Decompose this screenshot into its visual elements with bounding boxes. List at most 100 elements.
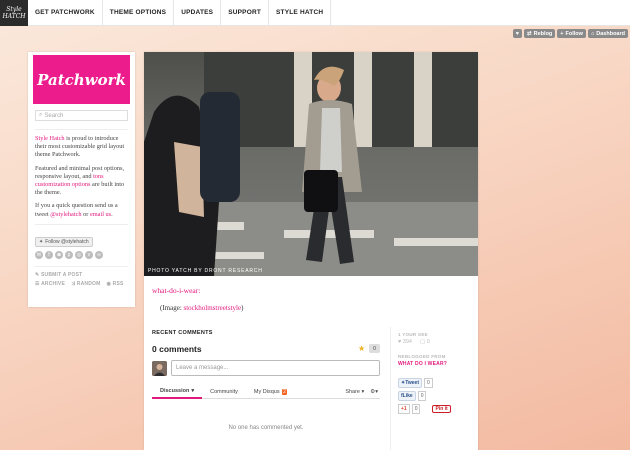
twitter-icon: ✦	[39, 238, 44, 245]
share-menu[interactable]: Share ▾	[345, 389, 364, 395]
submit-post-link[interactable]: ✎ SUBMIT A POST	[35, 272, 82, 278]
post-meta: 1 YOUR SEE ♥ 394 ▢ 0 REBLOGGED FROM WHAT…	[398, 332, 473, 417]
twitter-handle-link[interactable]: @stylehatch	[50, 211, 81, 218]
nav-support[interactable]: SUPPORT	[221, 0, 270, 25]
search-icon: ⌕	[39, 112, 43, 118]
top-nav: Style HATCH GET PATCHWORK THEME OPTIONS …	[0, 0, 630, 26]
like-button[interactable]: ♥	[512, 29, 523, 38]
notes-count[interactable]: ▢ 0	[420, 339, 430, 345]
search-input[interactable]: ⌕ Search	[35, 110, 128, 121]
gear-icon[interactable]: ⚙▾	[370, 389, 378, 395]
recent-comments-heading: RECENT COMMENTS	[152, 330, 213, 336]
instagram-icon[interactable]: ◙	[55, 250, 63, 259]
link-icon[interactable]: ∞	[95, 250, 103, 259]
reblogged-from-link[interactable]: WHAT DO I WEAR?	[398, 361, 473, 367]
submit-label: SUBMIT A POST	[40, 271, 83, 278]
random-label: RANDOM	[76, 280, 101, 287]
photo-credit: PHOTO YATCH BY DRONT RESEARCH	[148, 268, 263, 274]
facebook-icon[interactable]: f	[45, 250, 53, 259]
divider	[35, 265, 128, 267]
vote-count: 0	[369, 344, 380, 353]
reblogged-from-label: REBLOGGED FROM	[398, 354, 446, 359]
random-link[interactable]: ⤨ RANDOM	[71, 281, 101, 287]
email-icon[interactable]: ✉	[35, 250, 43, 259]
like-row: fLike 0	[398, 391, 473, 401]
comments-count: 0 comments	[152, 344, 202, 354]
archive-links-row: ☰ ARCHIVE ⤨ RANDOM ◉ RSS	[35, 281, 128, 287]
caption-prefix: (Image:	[160, 304, 184, 312]
dashboard-label: Dashboard	[596, 30, 625, 37]
google-plus-button[interactable]: +1	[398, 404, 410, 414]
style-hatch-logo[interactable]: Style HATCH	[0, 0, 28, 26]
nav-style-hatch[interactable]: STYLE HATCH	[269, 0, 332, 25]
gplus-pin-row: +1 0 Pin it	[398, 404, 473, 414]
tweet-row: ✦Tweet 0	[398, 378, 473, 388]
image-source-link[interactable]: stockholmstreetstyle	[184, 304, 242, 312]
post-photo[interactable]: PHOTO YATCH BY DRONT RESEARCH	[144, 52, 478, 276]
nav-get-patchwork[interactable]: GET PATCHWORK	[28, 0, 103, 25]
brand-line-1: Style	[6, 6, 22, 13]
archive-link[interactable]: ☰ ARCHIVE	[35, 281, 65, 287]
nav-updates[interactable]: UPDATES	[174, 0, 222, 25]
post-card: PHOTO YATCH BY DRONT RESEARCH what-do-i-…	[144, 52, 478, 450]
home-icon: ⌂	[590, 30, 595, 37]
contact-text-b: or	[81, 210, 90, 218]
tweet-label: Tweet	[405, 380, 420, 386]
sidebar: Patchwork ⌕ Search Style Hatch is proud …	[28, 52, 135, 307]
comment-input[interactable]: Leave a message...	[171, 360, 380, 376]
star-icon[interactable]: ★	[358, 344, 365, 353]
notes-label: 1 YOUR SEE	[398, 332, 428, 337]
tab-community[interactable]: Community	[202, 385, 246, 399]
style-hatch-link[interactable]: Style Hatch	[35, 135, 65, 142]
share-label: Share	[345, 388, 360, 395]
post-source-link[interactable]: what-do-i-wear:	[152, 286, 200, 295]
features-text-a: Featured and minimal post options, respo…	[35, 164, 125, 180]
tab-discussion-label: Discussion	[160, 387, 190, 394]
comment-tabs: Discussion ▾ Community My Disqus 2 Share ▾…	[152, 385, 380, 399]
rss-link[interactable]: ◉ RSS	[107, 281, 124, 287]
tab-my-disqus[interactable]: My Disqus 2	[246, 385, 295, 399]
reblog-label: Reblog	[533, 30, 553, 37]
pinterest-icon[interactable]: p	[65, 250, 73, 259]
reblog-button[interactable]: ⇄ Reblog	[524, 29, 556, 38]
like-count: 0	[417, 391, 427, 401]
like-label: Like	[402, 393, 413, 399]
tab-discussion[interactable]: Discussion ▾	[152, 385, 203, 399]
contact-paragraph: If you a quick question send us a tweet …	[35, 202, 128, 218]
brand-line-2: HATCH	[2, 13, 26, 20]
facebook-like-button[interactable]: fLike	[398, 391, 416, 401]
heart-icon: ♥	[515, 30, 520, 37]
email-link[interactable]: email us	[90, 211, 111, 218]
google-plus-count: 0	[411, 404, 421, 414]
follow-button[interactable]: + Follow	[557, 29, 586, 38]
likes-value: 394	[402, 339, 412, 345]
street-style-photo: PHOTO YATCH BY DRONT RESEARCH	[144, 52, 478, 276]
divider	[390, 327, 391, 450]
twitter-follow-button[interactable]: ✦ Follow @stylehatch	[35, 236, 93, 247]
reblog-icon: ⇄	[527, 30, 532, 37]
features-paragraph: Featured and minimal post options, respo…	[35, 165, 128, 198]
archive-label: ARCHIVE	[41, 280, 65, 287]
divider	[35, 223, 128, 225]
search-placeholder: Search	[44, 112, 64, 119]
contact-text-c: .	[111, 210, 113, 218]
vimeo-icon[interactable]: v	[85, 250, 93, 259]
nav-theme-options[interactable]: THEME OPTIONS	[103, 0, 175, 25]
dribbble-icon[interactable]: ◎	[75, 250, 83, 259]
caption-suffix: )	[241, 304, 244, 312]
tweet-count: 0	[424, 378, 433, 388]
pin-it-button[interactable]: Pin it	[432, 405, 451, 413]
likes-count[interactable]: ♥ 394	[398, 339, 412, 345]
follow-label: Follow @stylehatch	[45, 238, 89, 245]
chevron-down-icon: ▾	[191, 387, 195, 394]
patchwork-logo[interactable]: Patchwork	[33, 55, 130, 104]
post-caption: (Image: stockholmstreetstyle)	[160, 304, 243, 312]
tab-actions: Share ▾ ⚙▾	[345, 389, 380, 395]
tweet-button[interactable]: ✦Tweet	[398, 378, 423, 388]
intro-paragraph: Style Hatch is proud to introduce their …	[35, 135, 128, 160]
dashboard-button[interactable]: ⌂ Dashboard	[587, 29, 628, 38]
notes-row: ♥ 394 ▢ 0	[398, 339, 473, 345]
rss-label: RSS	[112, 280, 124, 287]
notification-badge: 2	[281, 388, 288, 395]
avatar	[152, 361, 167, 376]
